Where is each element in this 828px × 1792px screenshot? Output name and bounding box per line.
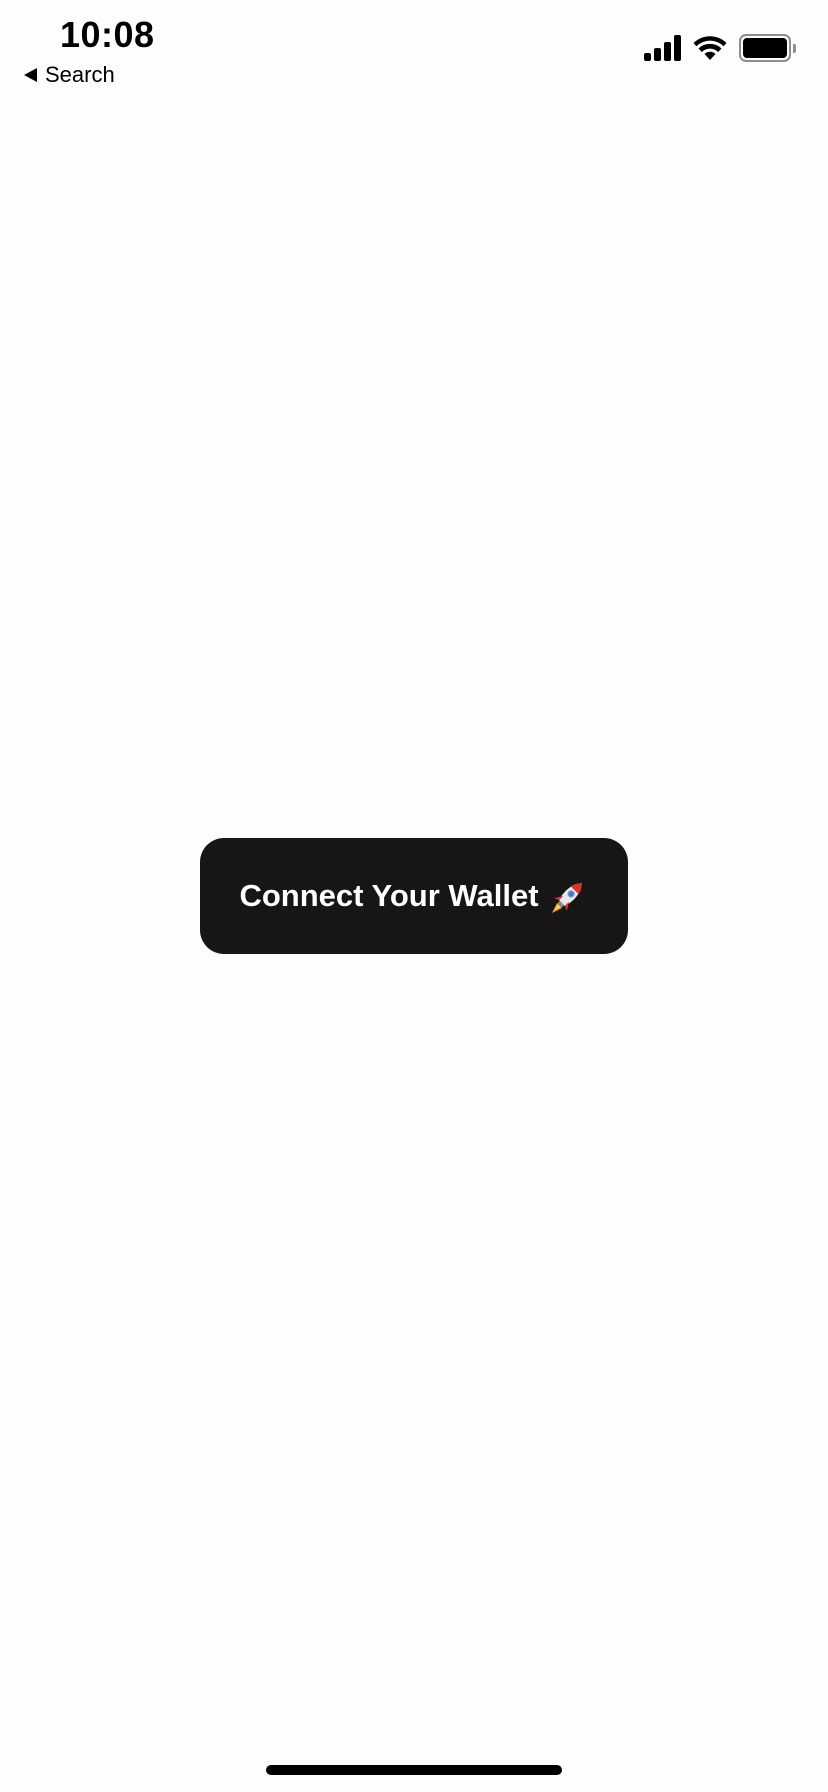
rocket-icon [551,883,582,913]
back-link-label: Search [45,62,115,87]
battery-icon [739,34,796,62]
connect-wallet-label: Connect Your Wallet [239,878,539,913]
connect-wallet-button[interactable]: Connect Your Wallet [200,838,628,954]
status-icons [644,34,796,62]
home-indicator[interactable] [266,1765,562,1775]
cellular-signal-icon [644,35,681,61]
status-bar: 10:08 Search [0,0,828,90]
wifi-icon [693,36,727,60]
back-to-search-link[interactable]: Search [24,62,115,88]
app-screen: 10:08 Search Connect Your Wallet [0,0,828,1792]
status-time: 10:08 [60,14,155,55]
back-triangle-icon [24,68,37,82]
